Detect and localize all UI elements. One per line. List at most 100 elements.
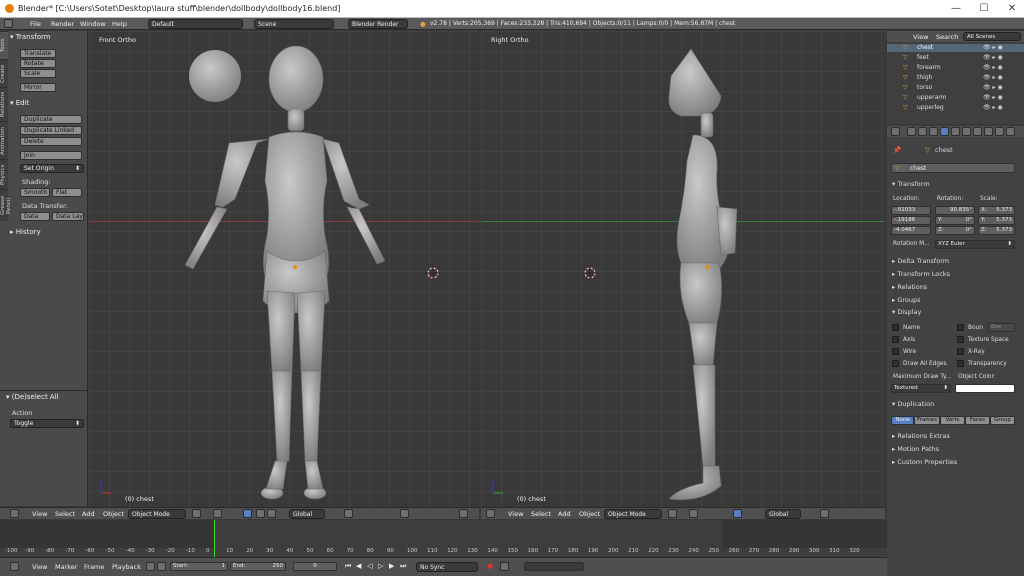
xray-checkbox[interactable] xyxy=(957,348,964,355)
vp-menu-view[interactable]: View xyxy=(32,510,47,518)
viewport-editor-icon-right[interactable] xyxy=(486,509,495,518)
menu-window[interactable]: Window xyxy=(80,20,106,28)
data-button[interactable]: Data xyxy=(20,212,50,221)
menu-file[interactable]: File xyxy=(30,20,41,28)
display-section-header[interactable]: ▾ Display xyxy=(892,308,921,316)
edit-panel-header[interactable]: ▾ Edit xyxy=(10,99,29,107)
viewport-right[interactable]: Right Ortho (0) chest xyxy=(481,31,885,507)
tab-relations[interactable]: Relations xyxy=(0,87,8,121)
manipulator-icon-right[interactable] xyxy=(733,509,742,518)
dup-frames-button[interactable]: Frames xyxy=(914,416,940,425)
data-layout-button[interactable]: Data Layo xyxy=(52,212,84,221)
orientation-selector[interactable]: Global xyxy=(289,509,325,519)
operator-panel-header[interactable]: ▾ (De)select All xyxy=(6,393,59,401)
custom-properties-section[interactable]: ▸ Custom Properties xyxy=(892,458,957,466)
timeline-area[interactable]: -100 -90 -80 -70 -60 -50 -40 -30 -20 -10 0 10 20 30 40… xyxy=(0,520,887,557)
translate-manipulator-icon[interactable] xyxy=(256,509,265,518)
rotation-z-field[interactable]: Z: 0° xyxy=(935,226,975,235)
scale-y-field[interactable]: Y: 5.373 xyxy=(978,216,1015,225)
outliner-item-upperarm[interactable]: ▽ upperarm 👁 ▸ ◉ xyxy=(887,94,1024,102)
timeline-menu-playback[interactable]: Playback xyxy=(112,563,141,571)
props-editor-icon[interactable] xyxy=(891,127,900,136)
scene-selector[interactable]: Scene xyxy=(254,19,334,29)
vp-right-menu-add[interactable]: Add xyxy=(558,510,571,518)
front-model-svg[interactable] xyxy=(89,31,479,507)
bounds-type-dropdown[interactable]: Box xyxy=(988,323,1015,332)
modifiers-tab-icon[interactable] xyxy=(962,127,971,136)
layer-buttons-2-icon[interactable] xyxy=(400,509,409,518)
menu-help[interactable]: Help xyxy=(112,20,127,28)
vp-menu-select[interactable]: Select xyxy=(55,510,75,518)
layer-buttons-right-icon[interactable] xyxy=(820,509,829,518)
outliner-view-menu[interactable]: View xyxy=(913,33,928,41)
smooth-button[interactable]: Smooth xyxy=(20,188,50,197)
pin-icon[interactable]: 📌 xyxy=(893,146,901,154)
duplicate-linked-button[interactable]: Duplicate Linked xyxy=(20,126,82,135)
scale-x-field[interactable]: X: 5.373 xyxy=(978,206,1015,215)
tab-create[interactable]: Create xyxy=(0,59,8,87)
history-panel-header[interactable]: ▸ History xyxy=(10,228,41,236)
duplication-section-header[interactable]: ▾ Duplication xyxy=(892,400,934,408)
mode-selector[interactable]: Object Mode xyxy=(128,509,186,519)
editor-type-icon[interactable] xyxy=(4,19,13,28)
side-model-svg[interactable] xyxy=(481,31,885,507)
shading-icon-right[interactable] xyxy=(668,509,677,518)
prev-keyframe-icon[interactable]: ◀ xyxy=(356,562,361,571)
bounds-checkbox[interactable] xyxy=(957,324,964,331)
dup-none-button[interactable]: None xyxy=(891,416,914,425)
material-tab-icon[interactable] xyxy=(984,127,993,136)
relations-extras-section[interactable]: ▸ Relations Extras xyxy=(892,432,950,440)
flat-button[interactable]: Flat xyxy=(52,188,82,197)
vp-menu-object[interactable]: Object xyxy=(103,510,124,518)
object-tab-icon[interactable] xyxy=(940,127,949,136)
mirror-button[interactable]: Mirror xyxy=(20,83,56,92)
timeline-menu-frame[interactable]: Frame xyxy=(84,563,104,571)
translate-button[interactable]: Translate xyxy=(20,49,56,58)
rotation-x-field[interactable]: 90.835° xyxy=(935,206,975,215)
pivot-icon[interactable] xyxy=(213,509,222,518)
layout-selector[interactable]: Default xyxy=(148,19,243,29)
max-draw-type-dropdown[interactable]: Textured ⬍ xyxy=(891,384,951,393)
end-frame-field[interactable]: End: 250 xyxy=(230,562,286,571)
rotation-mode-dropdown[interactable]: XYZ Euler ⬍ xyxy=(935,240,1015,249)
shading-icon[interactable] xyxy=(192,509,201,518)
location-y-field[interactable]: -.19186 xyxy=(891,216,931,225)
timeline-menu-view[interactable]: View xyxy=(32,563,47,571)
keying-set-field[interactable] xyxy=(524,562,584,571)
sync-mode-selector[interactable]: No Sync xyxy=(416,562,478,572)
maximize-button[interactable]: ☐ xyxy=(978,3,990,14)
layers-tab-icon[interactable] xyxy=(918,127,927,136)
timeline-menu-marker[interactable]: Marker xyxy=(55,563,77,571)
dup-faces-button[interactable]: Faces xyxy=(965,416,990,425)
action-dropdown[interactable]: Toggle ⬍ xyxy=(10,419,84,428)
outliner-item-upperleg[interactable]: ▽ upperleg 👁 ▸ ◉ xyxy=(887,104,1024,112)
outliner-item-chest[interactable]: ▽ chest 👁 ▸ ◉ xyxy=(887,44,1024,52)
viewport-editor-icon[interactable] xyxy=(10,509,19,518)
scale-button[interactable]: Scale xyxy=(20,69,56,78)
timeline-editor-icon[interactable] xyxy=(10,562,19,571)
physics-tab-icon[interactable] xyxy=(1006,127,1015,136)
draw-all-edges-checkbox[interactable] xyxy=(892,360,899,367)
rotate-button[interactable]: Rotate xyxy=(20,59,56,68)
pivot-icon-right[interactable] xyxy=(689,509,698,518)
orientation-selector-right[interactable]: Global xyxy=(765,509,801,519)
tab-physics[interactable]: Physics xyxy=(0,159,8,189)
next-keyframe-icon[interactable]: ▶ xyxy=(389,562,394,571)
render-engine-selector[interactable]: Blender Render xyxy=(348,19,408,29)
motion-paths-section[interactable]: ▸ Motion Paths xyxy=(892,445,939,453)
delta-transform-section[interactable]: ▸ Delta Transform xyxy=(892,257,949,265)
texture-tab-icon[interactable] xyxy=(995,127,1004,136)
rotation-y-field[interactable]: Y: 0° xyxy=(935,216,975,225)
jump-start-icon[interactable]: ⏮ xyxy=(345,562,351,571)
constraints-tab-icon[interactable] xyxy=(951,127,960,136)
transparency-checkbox[interactable] xyxy=(957,360,964,367)
sphere-object[interactable] xyxy=(189,50,241,102)
scale-z-field[interactable]: Z: 5.373 xyxy=(978,226,1015,235)
delete-button[interactable]: Delete xyxy=(20,137,82,146)
current-frame-line[interactable] xyxy=(214,520,215,557)
relations-section[interactable]: ▸ Relations xyxy=(892,283,927,291)
dup-group-button[interactable]: Group xyxy=(990,416,1015,425)
outliner-item-torso[interactable]: ▽ torso 👁 ▸ ◉ xyxy=(887,84,1024,92)
layer-buttons-icon[interactable] xyxy=(344,509,353,518)
keying-set-icon[interactable] xyxy=(500,562,509,571)
